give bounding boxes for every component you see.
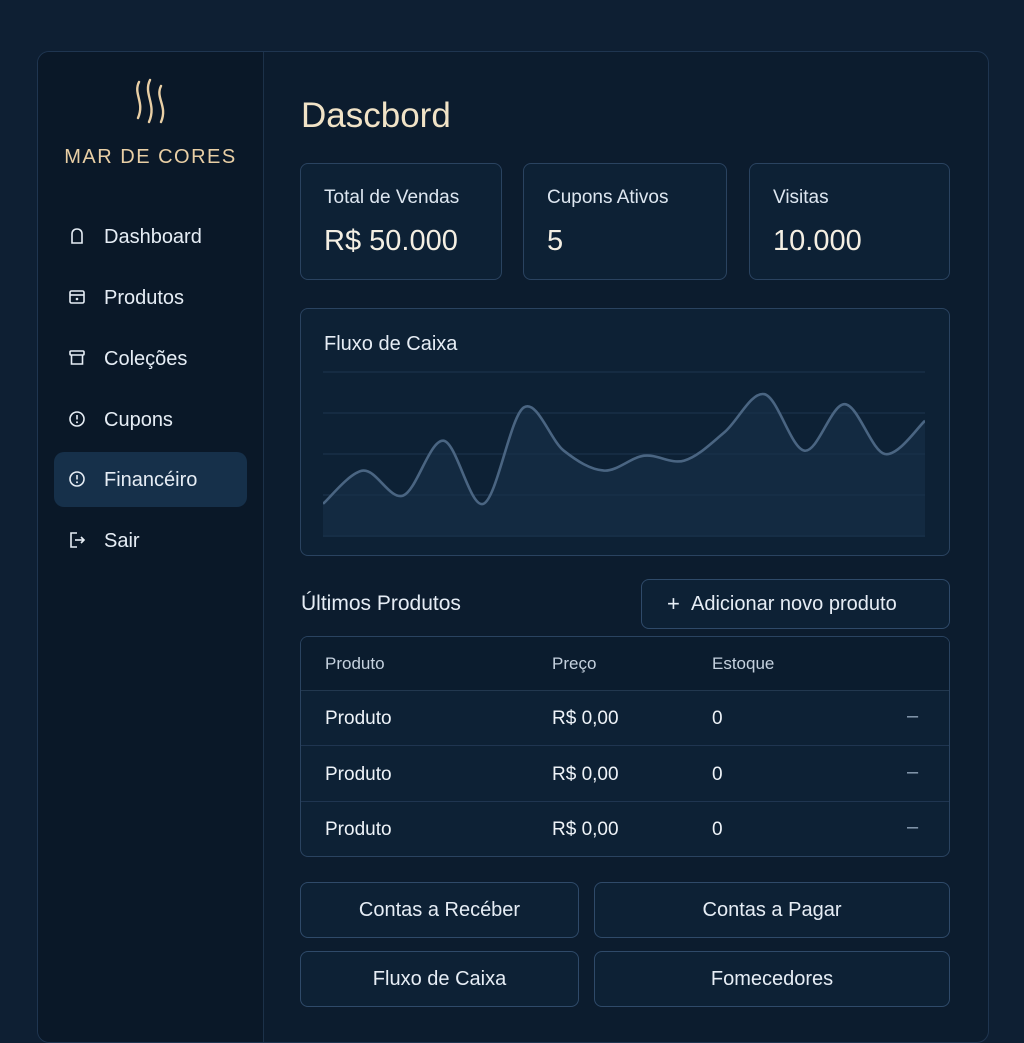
- finance-icon: [69, 471, 85, 487]
- contas-a-receber-button[interactable]: Contas a Recéber: [300, 882, 579, 938]
- stat-value: 5: [547, 225, 564, 257]
- sidebar-item-label: Produtos: [104, 287, 185, 309]
- logout-icon: [70, 532, 86, 548]
- flame-waves-icon: [136, 78, 165, 124]
- sidebar-item-label: Sair: [104, 530, 140, 552]
- column-header-preco: Preço: [552, 654, 597, 673]
- coupon-icon: [69, 411, 85, 427]
- product-stock: 0: [712, 819, 723, 840]
- sidebar-item-label: Dashboard: [104, 226, 202, 248]
- product-price: R$ 0,00: [552, 764, 619, 785]
- stat-card-cupons-ativos: Cupons Ativos 5: [523, 163, 727, 280]
- product-stock: 0: [712, 764, 723, 785]
- row-menu-button[interactable]: –: [907, 816, 918, 839]
- table-header: Produto Preço Estoque: [301, 637, 949, 691]
- plus-icon: +: [667, 591, 680, 616]
- sidebar-item-label: Financéiro: [104, 469, 198, 491]
- app-window: MAR DE CORES Dashboard Produtos Coleções: [37, 51, 989, 1043]
- stat-label: Total de Vendas: [324, 187, 460, 208]
- archive-icon: [69, 350, 85, 365]
- sidebar-item-label: Cupons: [104, 409, 173, 431]
- chart-title: Fluxo de Caixa: [324, 333, 458, 355]
- fluxo-de-caixa-button[interactable]: Fluxo de Caixa: [300, 951, 579, 1007]
- product-price: R$ 0,00: [552, 708, 619, 729]
- cashflow-chart: [323, 371, 925, 537]
- product-name: Produto: [325, 819, 392, 840]
- fornecedores-button[interactable]: Fomecedores: [594, 951, 950, 1007]
- products-table: Produto Preço Estoque Produto R$ 0,00 0 …: [300, 636, 950, 857]
- table-row[interactable]: Produto R$ 0,00 0 –: [301, 746, 949, 802]
- home-icon: [71, 228, 83, 244]
- column-header-estoque: Estoque: [712, 654, 775, 673]
- sidebar-item-produtos[interactable]: Produtos: [54, 270, 247, 325]
- product-stock: 0: [712, 708, 723, 729]
- stat-label: Visitas: [773, 187, 829, 208]
- box-icon: [69, 290, 85, 304]
- stat-label: Cupons Ativos: [547, 187, 669, 208]
- stat-card-visitas: Visitas 10.000: [749, 163, 950, 280]
- column-header-produto: Produto: [325, 654, 385, 673]
- sidebar-item-sair[interactable]: Sair: [54, 513, 247, 568]
- brand-name: MAR DE CORES: [64, 146, 237, 168]
- stat-value: R$ 50.000: [324, 225, 458, 257]
- latest-products-title: Últimos Produtos: [301, 592, 461, 615]
- stat-value: 10.000: [773, 225, 862, 257]
- main-content: Dascbord Total de Vendas R$ 50.000 Cupon…: [264, 52, 988, 1042]
- sidebar: MAR DE CORES Dashboard Produtos Coleções: [38, 52, 264, 1042]
- page-title: Dascbord: [301, 96, 451, 135]
- row-menu-button[interactable]: –: [907, 761, 918, 784]
- sidebar-item-cupons[interactable]: Cupons: [54, 392, 247, 447]
- sidebar-item-label: Coleções: [104, 348, 188, 370]
- add-product-button[interactable]: + Adicionar novo produto: [641, 579, 950, 629]
- product-price: R$ 0,00: [552, 819, 619, 840]
- add-product-label: Adicionar novo produto: [691, 593, 897, 615]
- row-menu-button[interactable]: –: [907, 705, 918, 728]
- cashflow-chart-card: Fluxo de Caixa: [300, 308, 950, 556]
- sidebar-item-colecoes[interactable]: Coleções: [54, 331, 247, 386]
- table-row[interactable]: Produto R$ 0,00 0 –: [301, 690, 949, 746]
- table-row[interactable]: Produto R$ 0,00 0 –: [301, 801, 949, 856]
- sidebar-item-financeiro[interactable]: Financéiro: [54, 452, 247, 507]
- sidebar-item-dashboard[interactable]: Dashboard: [54, 209, 247, 264]
- product-name: Produto: [325, 764, 392, 785]
- contas-a-pagar-button[interactable]: Contas a Pagar: [594, 882, 950, 938]
- stat-card-total-vendas: Total de Vendas R$ 50.000: [300, 163, 502, 280]
- product-name: Produto: [325, 708, 392, 729]
